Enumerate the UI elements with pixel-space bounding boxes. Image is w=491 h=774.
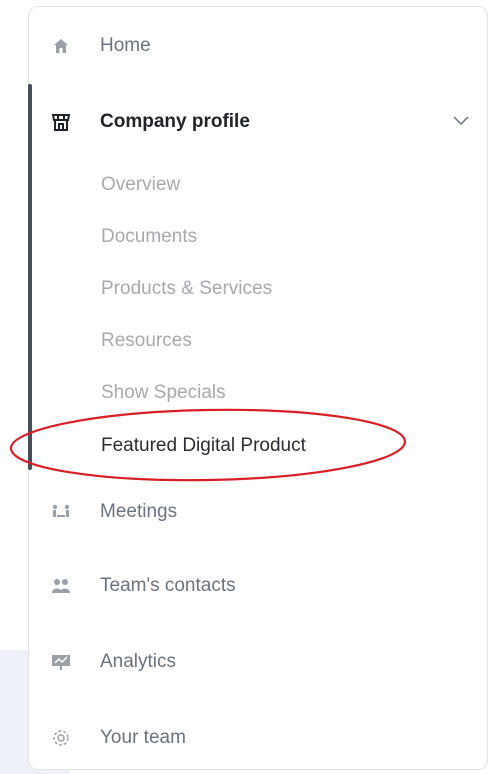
nav-item-company-profile[interactable]: Company profile xyxy=(50,106,250,138)
sub-item-documents[interactable]: Documents xyxy=(101,222,197,252)
nav-label-analytics: Analytics xyxy=(100,651,177,672)
gear-icon xyxy=(50,727,72,749)
home-icon xyxy=(50,35,72,57)
sub-item-products-services[interactable]: Products & Services xyxy=(101,274,272,304)
sub-item-resources[interactable]: Resources xyxy=(101,326,192,356)
active-section-indicator xyxy=(28,84,32,470)
sub-item-show-specials[interactable]: Show Specials xyxy=(101,378,226,408)
nav-label-home: Home xyxy=(100,35,151,56)
analytics-icon xyxy=(50,651,72,673)
contacts-icon xyxy=(50,575,72,597)
storefront-icon xyxy=(50,111,72,133)
sub-item-featured-digital-product[interactable]: Featured Digital Product xyxy=(101,431,306,461)
nav-label-teams-contacts: Team's contacts xyxy=(100,575,236,596)
chevron-down-icon[interactable] xyxy=(452,114,470,128)
sidebar-panel xyxy=(28,6,488,770)
nav-label-company-profile: Company profile xyxy=(100,111,250,132)
nav-item-your-team[interactable]: Your team xyxy=(50,722,186,754)
nav-item-teams-contacts[interactable]: Team's contacts xyxy=(50,570,236,602)
nav-item-home[interactable]: Home xyxy=(50,30,151,62)
meeting-icon xyxy=(50,501,72,523)
nav-label-meetings: Meetings xyxy=(100,501,178,522)
nav-item-meetings[interactable]: Meetings xyxy=(50,496,177,528)
nav-item-analytics[interactable]: Analytics xyxy=(50,646,176,678)
sub-item-overview[interactable]: Overview xyxy=(101,170,180,200)
nav-label-your-team: Your team xyxy=(100,727,186,748)
